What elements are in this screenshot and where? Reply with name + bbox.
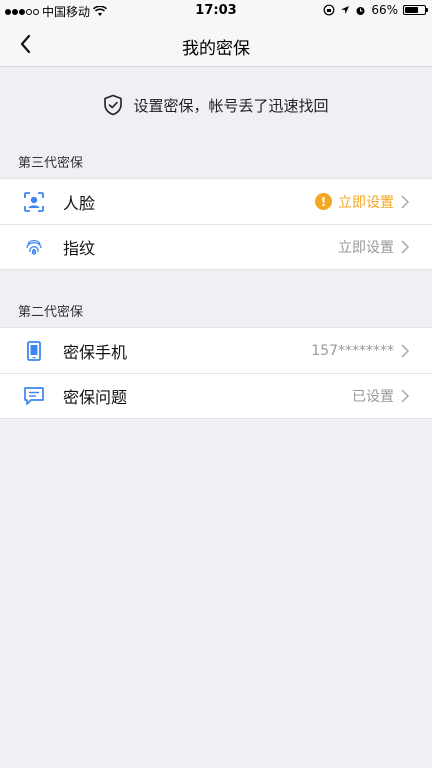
security-question-status-text: 已设置 [352, 388, 394, 405]
third-gen-list: 人脸 ! 立即设置 指纹 立即设置 [0, 178, 432, 270]
page-title: 我的密保 [182, 39, 250, 59]
status-bar: 中国移动 17:03 66% [0, 0, 432, 22]
face-scan-icon [24, 192, 44, 212]
phone-number-text: 157******** [311, 342, 394, 359]
battery-level [405, 7, 418, 13]
security-question-status: 已设置 [352, 386, 410, 406]
phone-status: 157******** [311, 343, 410, 359]
second-gen-list: 密保手机 157******** 密保问题 已设置 [0, 327, 432, 419]
chevron-right-icon [401, 239, 410, 254]
phone-label: 密保手机 [63, 342, 128, 362]
list-item-fingerprint[interactable]: 指纹 立即设置 [0, 224, 432, 269]
list-item-face[interactable]: 人脸 ! 立即设置 [0, 179, 432, 224]
face-status-text: 立即设置 [338, 194, 394, 211]
location-icon [341, 6, 350, 14]
list-item-security-question[interactable]: 密保问题 已设置 [0, 373, 432, 418]
chevron-right-icon [401, 194, 410, 209]
battery-percent: 66% [371, 3, 398, 17]
shield-check-icon [104, 94, 123, 116]
list-item-phone[interactable]: 密保手机 157******** [0, 328, 432, 373]
fingerprint-icon [26, 239, 42, 255]
face-label: 人脸 [63, 193, 96, 213]
alarm-icon [356, 6, 365, 15]
info-banner: 设置密保，帐号丢了迅速找回 [0, 82, 432, 128]
fingerprint-status-text: 立即设置 [338, 239, 394, 256]
rotation-lock-icon [323, 4, 335, 16]
chevron-right-icon [401, 388, 410, 403]
security-question-label: 密保问题 [63, 387, 128, 407]
face-status: ! 立即设置 [315, 192, 410, 212]
warning-icon: ! [315, 193, 332, 210]
status-right-group: 66% [323, 3, 428, 17]
section-title-third-gen: 第三代密保 [18, 156, 84, 171]
chevron-right-icon [401, 343, 410, 358]
phone-icon [27, 341, 41, 361]
fingerprint-status: 立即设置 [338, 237, 410, 257]
message-icon [24, 387, 44, 405]
banner-text: 设置密保，帐号丢了迅速找回 [133, 96, 329, 115]
section-title-second-gen: 第二代密保 [18, 305, 84, 320]
nav-bar: 我的密保 [0, 22, 432, 67]
battery-icon [403, 5, 428, 15]
fingerprint-label: 指纹 [63, 238, 96, 258]
